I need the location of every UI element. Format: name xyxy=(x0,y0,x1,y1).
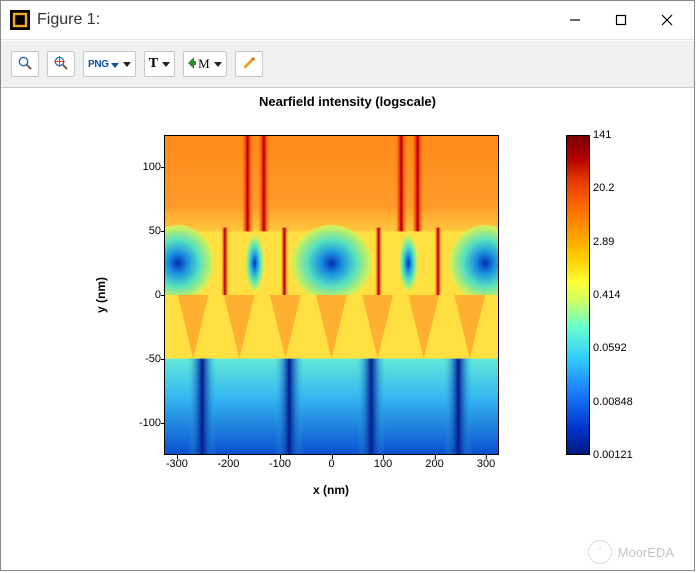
y-tick: 50 xyxy=(121,225,161,237)
magnifier-target-icon xyxy=(53,55,69,74)
cb-tick: 0.0592 xyxy=(593,342,627,354)
cb-tick: 0.00121 xyxy=(593,449,633,461)
x-axis-label: x (nm) xyxy=(313,483,349,497)
x-tick: -100 xyxy=(269,458,291,470)
minimize-button[interactable] xyxy=(552,4,598,36)
pencil-icon xyxy=(242,56,256,73)
watermark-text: MoorEDA xyxy=(618,545,674,560)
x-tick: 300 xyxy=(477,458,495,470)
x-tick: 100 xyxy=(374,458,392,470)
y-tick: -50 xyxy=(121,353,161,365)
magnifier-icon xyxy=(17,55,33,74)
x-axis-ticks: -300 -200 -100 0 100 200 300 xyxy=(164,455,499,475)
text-tool-button[interactable]: T xyxy=(144,51,175,77)
edit-tool-button[interactable] xyxy=(235,51,263,77)
zoom-button[interactable] xyxy=(11,51,39,77)
x-tick: -200 xyxy=(217,458,239,470)
figure-window: Figure 1: PNG xyxy=(0,0,695,571)
y-axis-label: y (nm) xyxy=(94,277,108,313)
x-tick: 200 xyxy=(425,458,443,470)
chevron-down-icon xyxy=(162,62,170,67)
plot-title: Nearfield intensity (logscale) xyxy=(259,94,436,109)
zoom-region-button[interactable] xyxy=(47,51,75,77)
app-icon xyxy=(9,9,31,31)
y-tick: -100 xyxy=(121,417,161,429)
watermark: “ MoorEDA xyxy=(588,540,674,564)
export-png-button[interactable]: PNG xyxy=(83,51,136,77)
watermark-icon: “ xyxy=(588,540,612,564)
window-title: Figure 1: xyxy=(37,11,552,29)
marker-tool-label: M xyxy=(198,56,210,72)
y-tick: 100 xyxy=(121,161,161,173)
titlebar[interactable]: Figure 1: xyxy=(1,1,694,40)
heatmap-canvas[interactable] xyxy=(164,135,499,455)
heatmap-svg xyxy=(165,136,498,454)
close-button[interactable] xyxy=(644,4,690,36)
x-tick: -300 xyxy=(166,458,188,470)
marker-arrow-icon xyxy=(188,57,196,72)
png-export-icon: PNG xyxy=(88,59,109,70)
text-tool-icon: T xyxy=(149,56,158,72)
cb-tick: 141 xyxy=(593,129,611,141)
cb-tick: 0.00848 xyxy=(593,396,633,408)
maximize-button[interactable] xyxy=(598,4,644,36)
marker-tool-button[interactable]: M xyxy=(183,51,227,77)
y-axis-ticks: 100 50 0 -50 -100 xyxy=(121,135,161,455)
chevron-down-icon xyxy=(214,62,222,67)
plot-area[interactable]: Nearfield intensity (logscale) y (nm) x … xyxy=(1,88,694,570)
colorbar[interactable] xyxy=(566,135,590,455)
cb-tick: 2.89 xyxy=(593,236,614,248)
chevron-down-icon xyxy=(123,62,131,67)
cb-tick: 20.2 xyxy=(593,182,614,194)
toolbar: PNG T M xyxy=(1,40,694,88)
cb-tick: 0.414 xyxy=(593,289,621,301)
y-tick: 0 xyxy=(121,289,161,301)
download-caret-icon xyxy=(111,57,119,71)
window-controls xyxy=(552,4,690,36)
x-tick: 0 xyxy=(328,458,334,470)
